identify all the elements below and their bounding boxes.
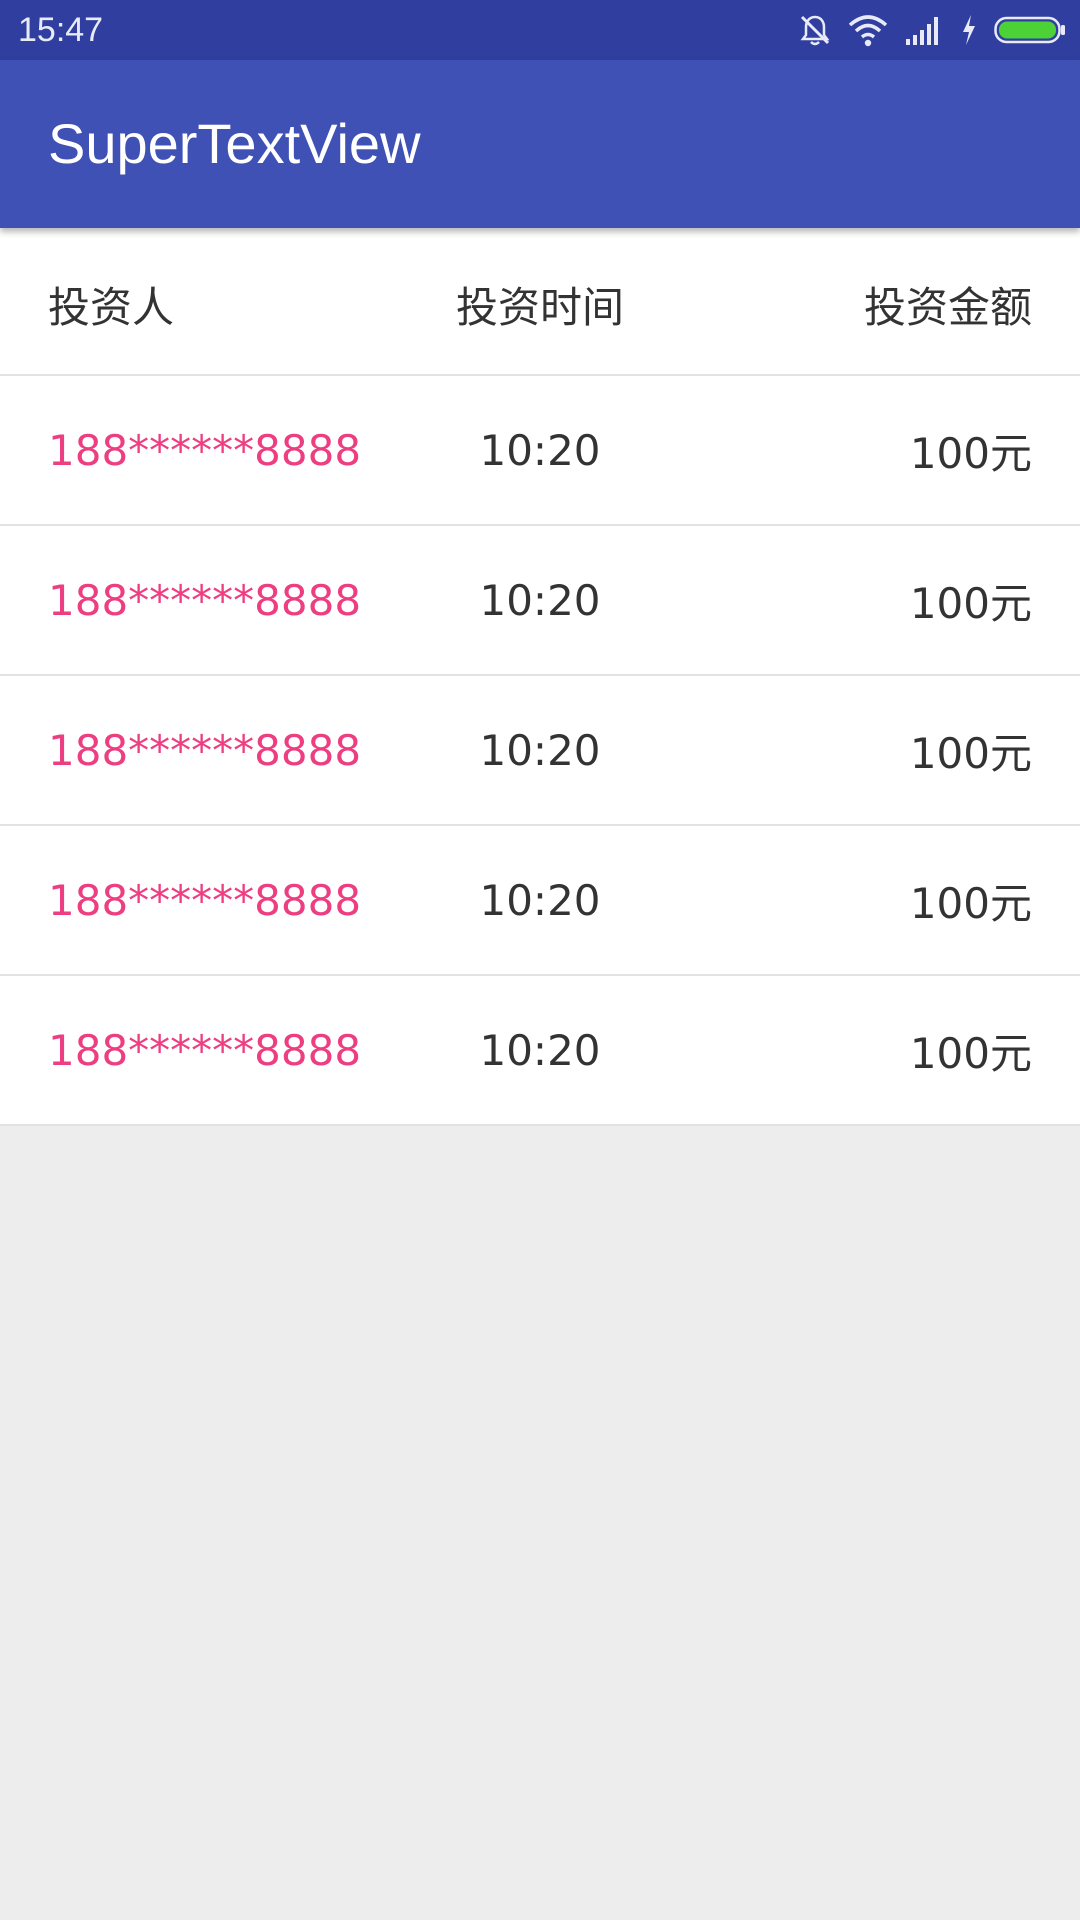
notifications-muted-icon xyxy=(800,15,830,46)
status-time: 15:47 xyxy=(18,11,104,49)
app-bar: SuperTextView xyxy=(0,60,1080,228)
table-row[interactable]: 188******8888 10:20 100元 xyxy=(0,676,1080,826)
amount-cell: 100元 xyxy=(909,578,1032,628)
battery-icon xyxy=(994,16,1065,44)
app-title: SuperTextView xyxy=(48,112,421,175)
wifi-icon xyxy=(848,15,888,47)
table-row[interactable]: 188******8888 10:20 100元 xyxy=(0,976,1080,1126)
table-row[interactable]: 188******8888 10:20 100元 xyxy=(0,826,1080,976)
amount-cell: 100元 xyxy=(909,1028,1032,1078)
investment-table: 投资人 投资时间 投资金额 188******8888 10:20 100元 1… xyxy=(0,228,1080,1126)
amount-cell: 100元 xyxy=(909,878,1032,928)
charging-icon xyxy=(963,15,975,45)
table-row[interactable]: 188******8888 10:20 100元 xyxy=(0,526,1080,676)
table-row[interactable]: 188******8888 10:20 100元 xyxy=(0,376,1080,526)
header-amount: 投资金额 xyxy=(863,282,1032,332)
table-header-row: 投资人 投资时间 投资金额 xyxy=(0,228,1080,376)
status-bar: 15:47 xyxy=(0,0,1080,60)
amount-cell: 100元 xyxy=(909,428,1032,478)
amount-cell: 100元 xyxy=(909,728,1032,778)
signal-icon xyxy=(906,17,938,45)
status-icons xyxy=(782,10,1066,50)
